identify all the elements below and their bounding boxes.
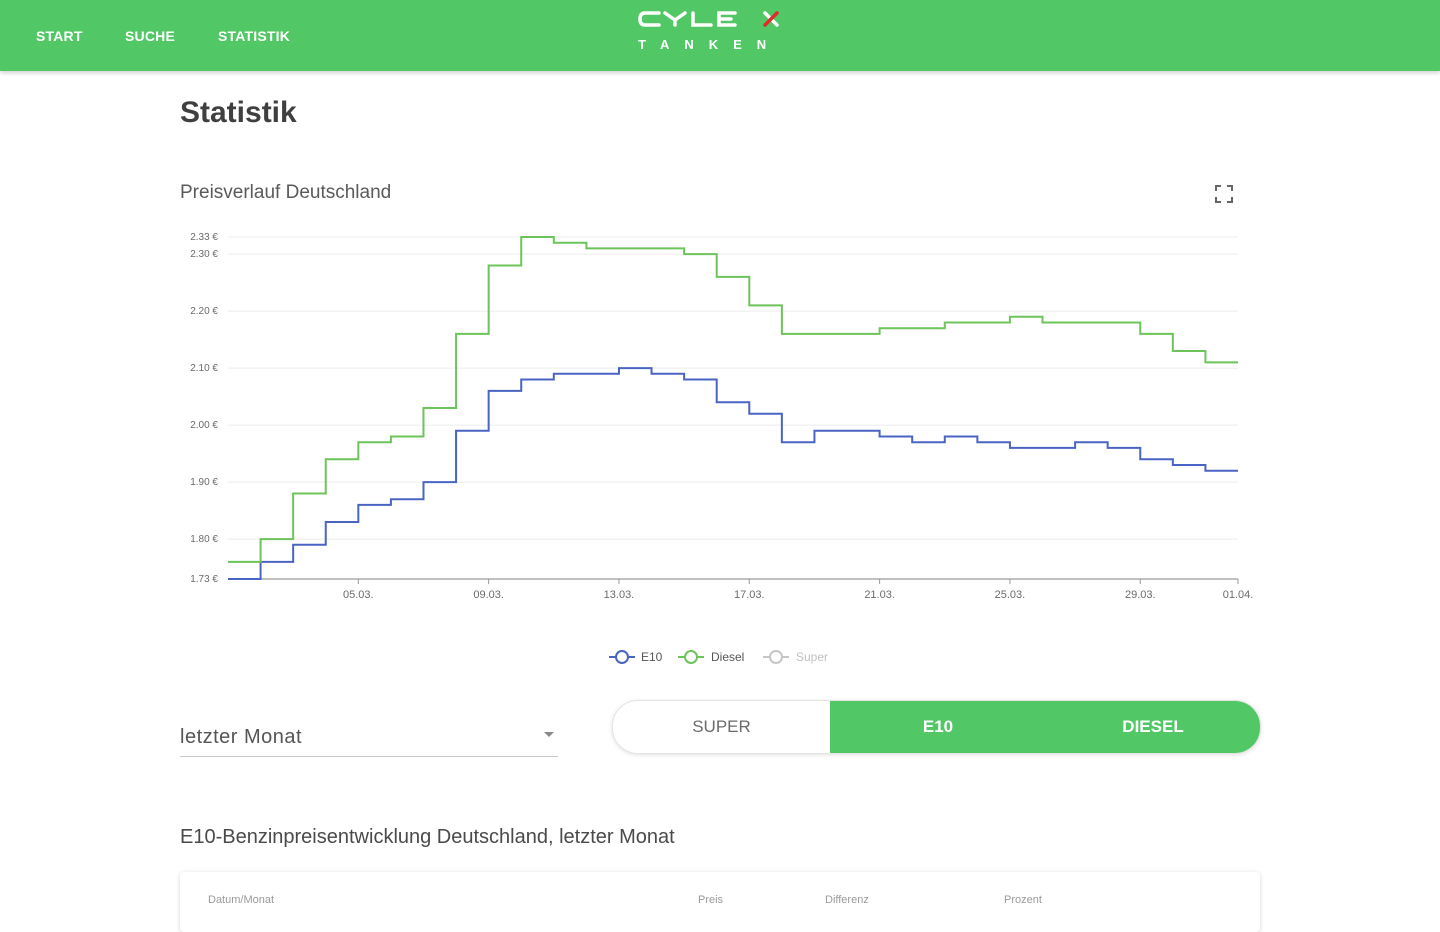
toggle-e10[interactable]: E10 (830, 701, 1046, 753)
x-tick-label: 01.04. (1223, 589, 1254, 601)
x-tick-label: 17.03. (734, 589, 765, 601)
y-tick-label: 2.00 € (190, 420, 218, 431)
period-select[interactable]: letzter Monat (180, 716, 558, 757)
table-header-difference: Differenz (825, 894, 869, 906)
legend-item-super[interactable]: Super (763, 650, 828, 664)
table-header-date: Datum/Monat (208, 894, 275, 906)
x-tick-label: 29.03. (1125, 589, 1156, 601)
x-tick-label: 05.03. (343, 589, 374, 601)
period-select-value: letzter Monat (180, 726, 303, 748)
x-tick-label: 25.03. (995, 589, 1026, 601)
table-header-percent: Prozent (1004, 894, 1042, 906)
chevron-down-icon (544, 732, 554, 737)
x-axis: 05.03. 09.03. 13.03. 17.03. 21.03. 25.03… (343, 589, 1253, 601)
table-header-price: Preis (698, 894, 724, 906)
series-line-diesel (228, 236, 1238, 563)
section-title: E10-Benzinpreisentwicklung Deutschland, … (180, 826, 675, 848)
x-tick-label: 21.03. (864, 589, 895, 601)
x-tick-label: 13.03. (604, 589, 635, 601)
y-tick-label: 2.30 € (190, 249, 218, 260)
chart-series (228, 236, 1238, 580)
toggle-diesel[interactable]: DIESEL (1046, 701, 1260, 753)
legend-item-diesel[interactable]: Diesel (678, 650, 744, 664)
chart-grid (228, 236, 1239, 584)
y-tick-label: 2.20 € (190, 306, 218, 317)
x-tick-label: 09.03. (473, 589, 504, 601)
y-tick-label: 2.33 € (190, 232, 218, 243)
y-tick-label: 2.10 € (190, 363, 218, 374)
legend-item-e10[interactable]: E10 (609, 650, 663, 664)
toggle-super[interactable]: SUPER (613, 701, 830, 753)
series-line-e10 (228, 367, 1238, 580)
legend-label: Diesel (711, 650, 744, 664)
fuel-type-toggle: SUPER E10 DIESEL (612, 700, 1261, 754)
legend-label: Super (796, 650, 828, 664)
y-axis: 2.33 € 2.30 € 2.20 € 2.10 € 2.00 € 1.90 … (190, 232, 218, 585)
y-tick-label: 1.80 € (190, 534, 218, 545)
price-chart: 2.33 € 2.30 € 2.20 € 2.10 € 2.00 € 1.90 … (190, 232, 1253, 664)
y-tick-label: 1.73 € (190, 574, 218, 585)
legend-label: E10 (641, 650, 663, 664)
price-table: Datum/Monat Preis Differenz Prozent (180, 872, 1260, 932)
chart-legend: E10 Diesel Super (609, 650, 828, 664)
y-tick-label: 1.90 € (190, 477, 218, 488)
